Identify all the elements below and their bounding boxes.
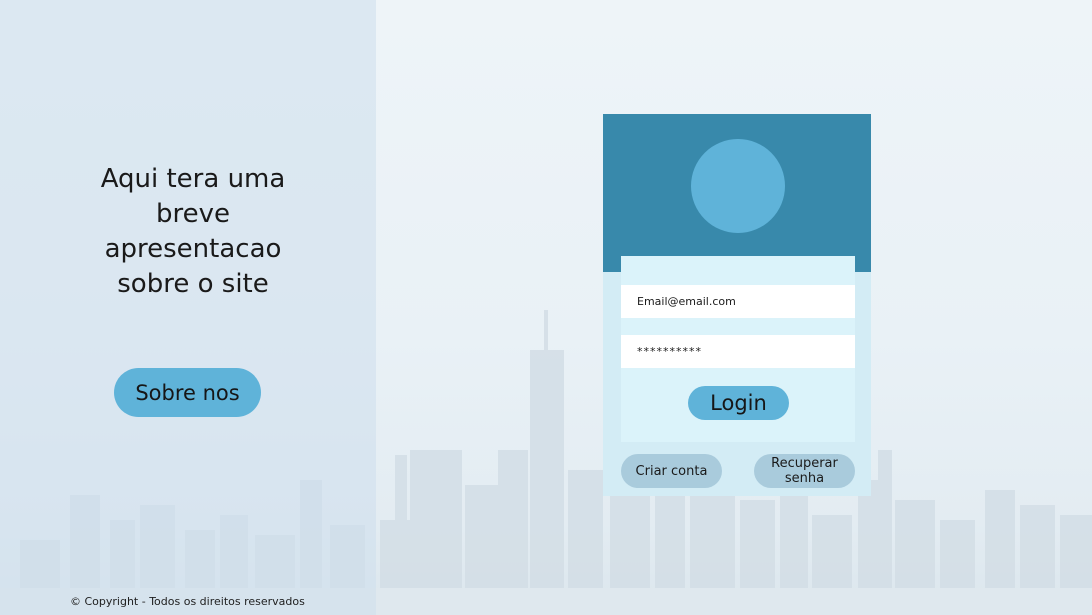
recover-password-button[interactable]: Recuperar senha [754,454,855,488]
login-card: Login Criar conta Recuperar senha [603,114,871,496]
intro-line-1: Aqui tera uma [100,164,286,194]
copyright-footer: © Copyright - Todos os direitos reservad… [70,595,305,608]
login-button[interactable]: Login [688,386,789,420]
intro-line-2: breve [155,199,230,229]
password-field[interactable] [621,335,855,368]
intro-panel: Aqui tera uma breve apresentacao sobre o… [0,0,376,615]
about-us-button[interactable]: Sobre nos [114,368,261,417]
login-card-header [603,114,871,272]
create-account-button[interactable]: Criar conta [621,454,722,488]
user-avatar-icon [691,139,785,233]
site-presentation-text: Aqui tera uma breve apresentacao sobre o… [60,162,326,302]
email-field[interactable] [621,285,855,318]
login-form: Login [621,256,855,442]
intro-line-3: apresentacao [104,234,282,264]
intro-line-4: sobre o site [117,269,269,299]
